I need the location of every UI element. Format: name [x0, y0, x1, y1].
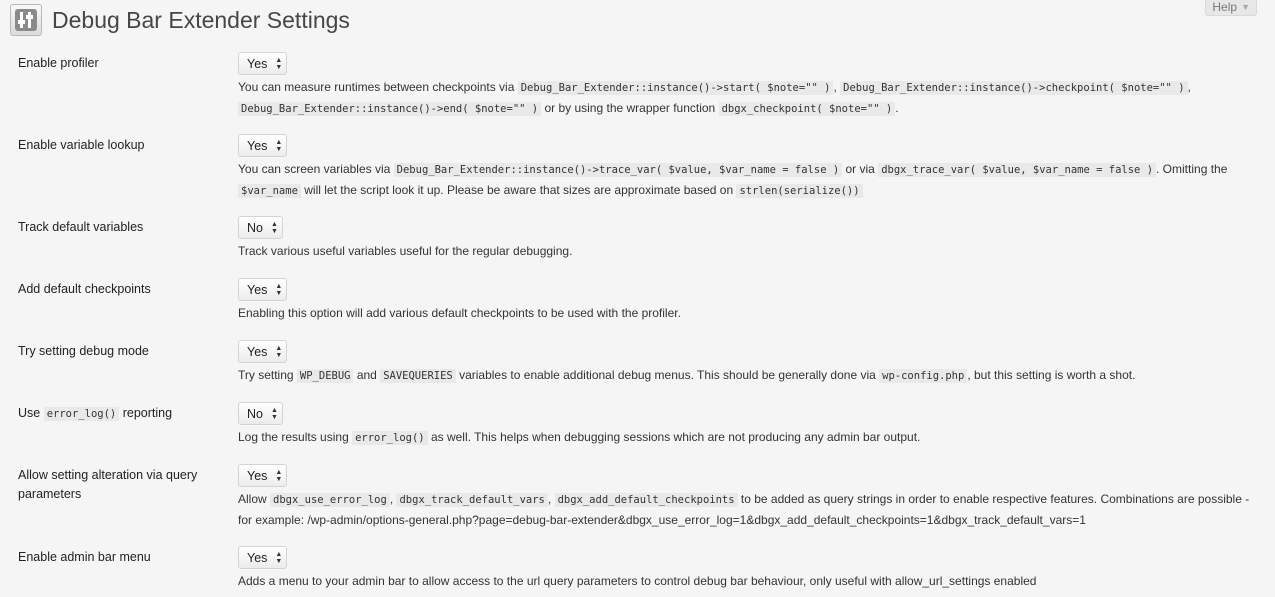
select-value: No [247, 220, 263, 235]
setting-description: Log the results using error_log() as wel… [238, 427, 1263, 448]
setting-description: Allow dbgx_use_error_log, dbgx_track_def… [238, 489, 1263, 530]
text-segment: Allow [238, 492, 271, 506]
help-label: Help [1212, 0, 1238, 14]
select-arrows-icon: ▲ ▼ [275, 282, 283, 297]
setting-label: Add default checkpoints [18, 282, 151, 296]
text-segment: , but this setting is worth a shot. [967, 368, 1136, 382]
code-snippet: dbgx_add_default_checkpoints [554, 493, 738, 507]
setting-label: Enable variable lookup [18, 138, 145, 152]
settings-sliders-icon [10, 4, 42, 36]
select-value: Yes [247, 138, 268, 153]
setting-description: Try setting WP_DEBUG and SAVEQUERIES var… [238, 365, 1263, 386]
setting-description: You can measure runtimes between checkpo… [238, 77, 1263, 119]
text-segment: as well. This helps when debugging sessi… [427, 430, 921, 444]
code-snippet: dbgx_use_error_log [270, 493, 390, 507]
select-arrows-icon: ▲ ▼ [270, 220, 278, 235]
select-value: Yes [247, 56, 268, 71]
code-snippet: $var_name [238, 184, 301, 198]
text-segment: or via [842, 162, 879, 176]
text-segment: variables to enable additional debug men… [455, 368, 880, 382]
text-segment: Use [18, 406, 44, 420]
code-snippet: Debug_Bar_Extender::instance()->end( $no… [238, 102, 542, 116]
setting-description: Adds a menu to your admin bar to allow a… [238, 571, 1263, 591]
setting-description: Track various useful variables useful fo… [238, 241, 1263, 261]
text-segment: , [547, 492, 555, 506]
setting-label: Enable profiler [18, 56, 99, 70]
code-snippet: error_log() [352, 431, 428, 445]
text-segment: Enabling this option will add various de… [238, 306, 681, 320]
text-segment: reporting [119, 406, 173, 420]
setting-label: Track default variables [18, 220, 144, 234]
setting-select[interactable]: Yes ▲ ▼ [238, 52, 288, 75]
select-value: Yes [247, 282, 268, 297]
settings-page: Debug Bar Extender Settings Help ▼ Enabl… [0, 0, 1275, 597]
code-snippet: WP_DEBUG [296, 369, 354, 383]
select-arrows-icon: ▲ ▼ [270, 406, 278, 421]
setting-select[interactable]: Yes ▲ ▼ [238, 340, 288, 363]
select-arrows-icon: ▲ ▼ [275, 138, 283, 153]
text-segment: will let the script look it up. Please b… [300, 183, 737, 197]
setting-select[interactable]: Yes ▲ ▼ [238, 278, 288, 301]
code-snippet: SAVEQUERIES [380, 369, 456, 383]
select-value: No [247, 406, 263, 421]
text-segment: , [1187, 80, 1191, 94]
setting-description: Enabling this option will add various de… [238, 303, 1263, 323]
code-snippet: error_log() [43, 407, 120, 421]
select-arrows-icon: ▲ ▼ [275, 468, 283, 483]
setting-label: Try setting debug mode [18, 344, 149, 358]
setting-select[interactable]: Yes ▲ ▼ [238, 546, 288, 569]
setting-select[interactable]: No ▲ ▼ [238, 216, 283, 239]
help-tab[interactable]: Help ▼ [1205, 0, 1257, 16]
page-header: Debug Bar Extender Settings [10, 4, 350, 36]
text-segment: . [895, 101, 899, 115]
code-snippet: dbgx_track_default_vars [396, 493, 548, 507]
select-value: Yes [247, 468, 268, 483]
code-snippet: Debug_Bar_Extender::instance()->checkpoi… [840, 81, 1188, 95]
chevron-down-icon: ▼ [1241, 1, 1250, 12]
select-arrows-icon: ▲ ▼ [275, 550, 283, 565]
setting-label: Use error_log() reporting [18, 404, 228, 424]
text-segment: . Omitting the [1156, 162, 1228, 176]
select-arrows-icon: ▲ ▼ [275, 344, 283, 359]
code-snippet: wp-config.php [879, 369, 968, 383]
setting-label: Enable admin bar menu [18, 550, 151, 564]
select-value: Yes [247, 550, 268, 565]
select-value: Yes [247, 344, 268, 359]
code-snippet: strlen(serialize()) [736, 184, 863, 198]
setting-select[interactable]: Yes ▲ ▼ [238, 464, 288, 487]
page-title: Debug Bar Extender Settings [52, 6, 350, 33]
text-segment: You can screen variables via [238, 162, 394, 176]
code-snippet: dbgx_checkpoint( $note="" ) [718, 102, 896, 116]
text-segment: and [353, 368, 381, 382]
setting-select[interactable]: No ▲ ▼ [238, 402, 283, 425]
text-segment: or by using the wrapper function [541, 101, 719, 115]
setting-label: Allow setting alteration via query param… [18, 468, 198, 501]
select-arrows-icon: ▲ ▼ [275, 56, 283, 71]
setting-description: You can screen variables via Debug_Bar_E… [238, 159, 1263, 201]
code-snippet: Debug_Bar_Extender::instance()->trace_va… [393, 163, 843, 177]
text-segment: Log the results using [238, 430, 353, 444]
text-segment: You can measure runtimes between checkpo… [238, 80, 518, 94]
text-segment: Adds a menu to your admin bar to allow a… [238, 574, 1037, 588]
text-segment: Try setting [238, 368, 297, 382]
text-segment: Track various useful variables useful fo… [238, 244, 573, 258]
setting-select[interactable]: Yes ▲ ▼ [238, 134, 288, 157]
code-snippet: Debug_Bar_Extender::instance()->start( $… [517, 81, 834, 95]
code-snippet: dbgx_trace_var( $value, $var_name = fals… [878, 163, 1157, 177]
